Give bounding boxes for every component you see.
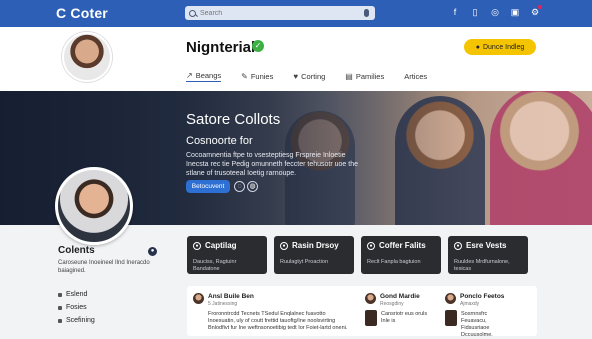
card-subtitle: Ruuldes Mrdfurnalone, tesicas [454, 259, 510, 272]
post-feed: Ansl Buile Ben 5 Jatinessing Froronntrcd… [187, 286, 537, 338]
chart-icon: ↗ [186, 71, 193, 80]
feed-post[interactable]: Gond Mardie Reosgdiny Cansriotr eus orul… [359, 286, 439, 336]
follow-icon: ● [475, 43, 480, 51]
card-subtitle: Reclt Fanpla bagtuion [367, 259, 421, 265]
feature-card[interactable]: ● Rasin Drsoy Ruulagtyt Proaction [274, 236, 354, 274]
card-title: Esre Vests [466, 241, 507, 250]
profile-name: Nignterial [186, 39, 256, 56]
sidebar-description: Caroseune Inoeineel Ilnd Ineracdo baiagi… [58, 260, 150, 274]
card-subtitle: Ruulagtyt Proaction [280, 259, 328, 265]
post-thumbnail[interactable] [445, 310, 457, 326]
profile-header: Nignterial ✓ ● Dunce Indleg ↗ Beangs ✎ Fun… [0, 27, 592, 91]
post-text: Froronntrcdd Tecnets TSedul Enqlalnec fu… [208, 311, 348, 331]
heart-icon: ♥ [293, 71, 299, 81]
messages-icon[interactable]: ◎ [490, 7, 500, 17]
facebook-icon[interactable]: f [450, 7, 460, 17]
tab-label: Pamilies [355, 71, 385, 81]
document-icon: ▤ [345, 71, 353, 81]
feed-post[interactable]: Ponclo Feetos Ajmaxdy Sosrnnsfrc Feuavac… [439, 286, 537, 338]
tab-corting[interactable]: ♥ Corting [293, 70, 325, 82]
microphone-icon[interactable] [364, 9, 369, 17]
card-title: Coffer Falits [379, 241, 426, 250]
notifications-icon[interactable]: ▣ [510, 7, 520, 17]
globe-icon[interactable]: ◍ [247, 181, 258, 192]
sidebar-item-fosies[interactable]: Fosies [58, 304, 95, 311]
feature-card[interactable]: ● Esre Vests Ruuldes Mrdfurnalone, tesica… [448, 236, 528, 274]
bookmark-icon[interactable]: ▯ [470, 7, 480, 17]
tab-pamilies[interactable]: ▤ Pamilies [345, 70, 384, 82]
follow-button[interactable]: ● Dunce Indleg [464, 39, 536, 55]
top-icon-group: f ▯ ◎ ▣ ⚙ [450, 5, 542, 17]
search-icon [189, 9, 196, 17]
verified-badge-icon: ✓ [252, 40, 264, 52]
tab-label: Corting [301, 71, 326, 81]
tab-label: Funies [250, 71, 274, 81]
sidebar-item-scefining[interactable]: Scefining [58, 317, 95, 324]
card-icon: ● [280, 241, 288, 250]
tab-beangs[interactable]: ↗ Beangs [186, 70, 222, 82]
post-text: Sosrnnsfrc Feuavacu, Fidsusriaoe Dccuuso… [461, 311, 493, 338]
banner-title: Satore Collots [186, 111, 281, 128]
tab-artices[interactable]: Artices [404, 70, 427, 82]
card-title: Rasin Drsoy [292, 241, 339, 250]
banner-description: Cocoamnentia ftpe to vsesteptiesg Frspre… [186, 152, 358, 177]
feature-cards: ● Captilag Dauciss, Ragtuinr Bandatone ● R… [187, 236, 528, 274]
pen-icon: ✎ [241, 71, 248, 81]
card-subtitle: Dauciss, Ragtuinr Bandatone [193, 259, 237, 272]
sidebar: Colents ● Caroseune Inoeineel Ilnd Inera… [55, 225, 175, 336]
post-author[interactable]: Ponclo Feetos [460, 293, 504, 300]
post-meta: Reosgdiny [380, 301, 404, 307]
tab-label: Artices [404, 71, 428, 81]
card-icon: ● [454, 241, 462, 250]
profile-tabs: ↗ Beangs ✎ Funies ♥ Corting ▤ Pamilies Artic… [186, 70, 427, 82]
banner-subtitle: Cosnoorte for [186, 135, 253, 147]
avatar[interactable] [445, 293, 456, 304]
follow-label: Dunce Indleg [482, 43, 525, 51]
info-icon[interactable]: ● [148, 247, 157, 256]
feed-post[interactable]: Ansl Buile Ben 5 Jatinessing Froronntrcd… [187, 286, 359, 336]
post-meta: Ajmaxdy [460, 301, 480, 307]
avatar[interactable] [365, 293, 376, 304]
search-input[interactable] [200, 9, 350, 17]
settings-icon[interactable]: ⚙ [530, 5, 542, 17]
post-author[interactable]: Gond Mardie [380, 293, 420, 300]
tab-funies[interactable]: ✎ Funies [241, 70, 273, 82]
top-navigation-bar: C Coter f ▯ ◎ ▣ ⚙ [0, 0, 592, 27]
banner-action-button[interactable]: Betocuvent [186, 180, 230, 193]
post-meta: 5 Jatinessing [208, 301, 238, 307]
sidebar-links: Eslend Fosies Scefining [58, 291, 95, 330]
post-author[interactable]: Ansl Buile Ben [208, 293, 254, 300]
profile-avatar-small[interactable] [62, 32, 112, 82]
avatar[interactable] [193, 293, 204, 304]
app-logo[interactable]: C Coter [56, 5, 108, 21]
post-text: Cansriotr eus oruls Inle is [381, 311, 428, 324]
card-icon: ● [193, 241, 201, 250]
sidebar-name: Colents [58, 245, 95, 256]
search-bar[interactable] [185, 6, 375, 20]
share-icon[interactable]: ◌ [234, 181, 245, 192]
card-title: Captilag [205, 241, 237, 250]
post-thumbnail[interactable] [365, 310, 377, 326]
card-icon: ● [367, 241, 375, 250]
sidebar-item-eslend[interactable]: Eslend [58, 291, 95, 298]
tab-label: Beangs [195, 71, 222, 80]
feature-card[interactable]: ● Coffer Falits Reclt Fanpla bagtuion [361, 236, 441, 274]
feature-card[interactable]: ● Captilag Dauciss, Ragtuinr Bandatone [187, 236, 267, 274]
